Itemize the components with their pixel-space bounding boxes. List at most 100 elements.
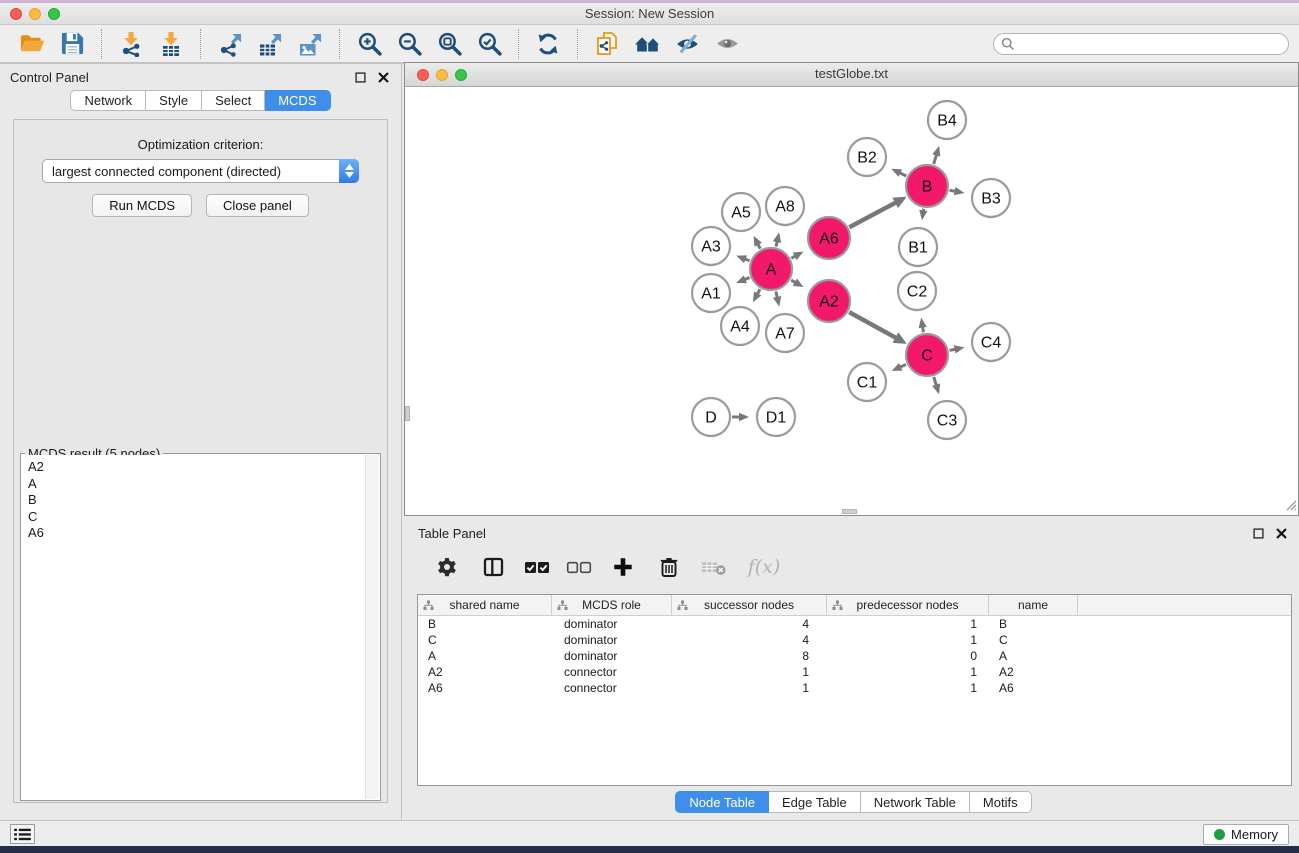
list-icon[interactable] (10, 824, 35, 844)
table-cell[interactable]: 1 (672, 664, 827, 680)
close-network-window-button[interactable] (417, 69, 429, 81)
network-window-controls (417, 69, 467, 81)
maximize-window-button[interactable] (48, 8, 60, 20)
table-cell[interactable]: A (418, 648, 552, 664)
horizontal-scroll-thumb[interactable] (842, 509, 857, 514)
resize-grip-icon[interactable] (1284, 498, 1297, 514)
column-header-MCDS-role[interactable]: MCDS role (552, 595, 672, 615)
table-cell[interactable]: dominator (552, 616, 672, 632)
graph-edge[interactable] (849, 202, 897, 227)
table-cell[interactable]: 1 (827, 616, 989, 632)
search-input[interactable] (993, 33, 1289, 55)
table-cell[interactable]: 4 (672, 632, 827, 648)
export-image-icon[interactable] (293, 28, 327, 60)
zoom-fit-icon[interactable] (432, 28, 466, 60)
run-mcds-button[interactable]: Run MCDS (92, 194, 192, 217)
export-network-icon[interactable] (213, 28, 247, 60)
tab-mcds[interactable]: MCDS (265, 90, 330, 111)
tab-select[interactable]: Select (202, 90, 265, 111)
tab-network[interactable]: Network (70, 90, 146, 111)
table-cell[interactable]: B (418, 616, 552, 632)
zoom-selected-icon[interactable] (472, 28, 506, 60)
vertical-scroll-thumb[interactable] (405, 406, 410, 421)
table-tab-edge-table[interactable]: Edge Table (769, 791, 861, 813)
save-icon[interactable] (55, 28, 89, 60)
delete-rows-icon[interactable] (652, 551, 686, 583)
add-column-icon[interactable] (606, 551, 640, 583)
column-layout-icon[interactable] (476, 551, 510, 583)
select-all-icon[interactable] (522, 551, 552, 583)
table-cell[interactable]: C (418, 632, 552, 648)
table-tab-node-table[interactable]: Node Table (675, 791, 769, 813)
column-header-name[interactable]: name (989, 595, 1078, 615)
refresh-icon[interactable] (531, 28, 565, 60)
edge-arrowhead (736, 275, 747, 283)
import-table-icon[interactable] (154, 28, 188, 60)
float-table-panel-icon[interactable] (1250, 525, 1266, 541)
tab-style[interactable]: Style (146, 90, 202, 111)
open-folder-icon[interactable] (15, 28, 49, 60)
memory-button[interactable]: Memory (1203, 824, 1289, 845)
table-cell[interactable]: 8 (672, 648, 827, 664)
table-row[interactable]: Cdominator41C (418, 632, 1291, 648)
table-cell[interactable]: dominator (552, 632, 672, 648)
table-cell[interactable]: A6 (418, 680, 552, 696)
table-row[interactable]: Bdominator41B (418, 616, 1291, 632)
table-row[interactable]: A2connector11A2 (418, 664, 1291, 680)
close-window-button[interactable] (10, 8, 22, 20)
copy-network-icon[interactable] (590, 28, 624, 60)
table-cell[interactable]: 0 (827, 648, 989, 664)
unselect-all-icon[interactable] (564, 551, 594, 583)
network-canvas[interactable]: B4B2BB3A8A5A6A3B1AA1C2A2A4A7C4CC1C3DD1 (405, 88, 1298, 515)
table-cell[interactable]: 1 (827, 664, 989, 680)
hide-eye-icon[interactable] (670, 28, 704, 60)
minimize-window-button[interactable] (29, 8, 41, 20)
table-row[interactable]: A6connector11A6 (418, 680, 1291, 696)
table-cell[interactable]: 1 (827, 680, 989, 696)
table-cell[interactable]: A (989, 648, 1078, 664)
table-row[interactable]: Adominator80A (418, 648, 1291, 664)
close-panel-button[interactable]: Close panel (206, 194, 309, 217)
graph-edge[interactable] (849, 312, 897, 338)
close-table-panel-icon[interactable] (1273, 525, 1289, 541)
table-cell[interactable]: connector (552, 680, 672, 696)
table-panel-title: Table Panel (418, 526, 1243, 541)
table-tab-motifs[interactable]: Motifs (970, 791, 1032, 813)
show-eye-icon[interactable] (710, 28, 744, 60)
table-cell[interactable]: A6 (989, 680, 1078, 696)
table-cell[interactable]: 1 (827, 632, 989, 648)
minimize-network-window-button[interactable] (436, 69, 448, 81)
table-cell[interactable]: connector (552, 664, 672, 680)
mcds-result-item[interactable]: A6 (28, 525, 365, 542)
table-tab-network-table[interactable]: Network Table (861, 791, 970, 813)
table-cell[interactable]: 1 (672, 680, 827, 696)
mcds-result-item[interactable]: A2 (28, 459, 365, 476)
optimization-criterion-select[interactable]: largest connected component (directed) (42, 159, 359, 183)
column-header-predecessor-nodes[interactable]: predecessor nodes (827, 595, 989, 615)
zoom-out-icon[interactable] (392, 28, 426, 60)
close-panel-icon[interactable] (375, 69, 391, 85)
table-cell[interactable]: A2 (989, 664, 1078, 680)
result-scrollbar[interactable] (365, 455, 379, 799)
mcds-result-item[interactable]: B (28, 492, 365, 509)
network-window-titlebar[interactable]: testGlobe.txt (405, 63, 1298, 87)
network-graph[interactable]: B4B2BB3A8A5A6A3B1AA1C2A2A4A7C4CC1C3DD1 (405, 88, 1298, 515)
mcds-result-list[interactable]: A2ABCA6 (22, 455, 365, 799)
gear-icon[interactable] (430, 551, 464, 583)
zoom-in-icon[interactable] (352, 28, 386, 60)
home-icon[interactable] (630, 28, 664, 60)
float-panel-icon[interactable] (352, 69, 368, 85)
export-table-icon[interactable] (253, 28, 287, 60)
node-table[interactable]: shared nameMCDS rolesuccessor nodesprede… (417, 594, 1292, 786)
table-cell[interactable]: C (989, 632, 1078, 648)
table-cell[interactable]: B (989, 616, 1078, 632)
maximize-network-window-button[interactable] (455, 69, 467, 81)
import-network-icon[interactable] (114, 28, 148, 60)
mcds-result-item[interactable]: A (28, 476, 365, 493)
table-cell[interactable]: 4 (672, 616, 827, 632)
column-header-successor-nodes[interactable]: successor nodes (672, 595, 827, 615)
column-header-shared-name[interactable]: shared name (418, 595, 552, 615)
table-cell[interactable]: dominator (552, 648, 672, 664)
mcds-result-item[interactable]: C (28, 509, 365, 526)
table-cell[interactable]: A2 (418, 664, 552, 680)
